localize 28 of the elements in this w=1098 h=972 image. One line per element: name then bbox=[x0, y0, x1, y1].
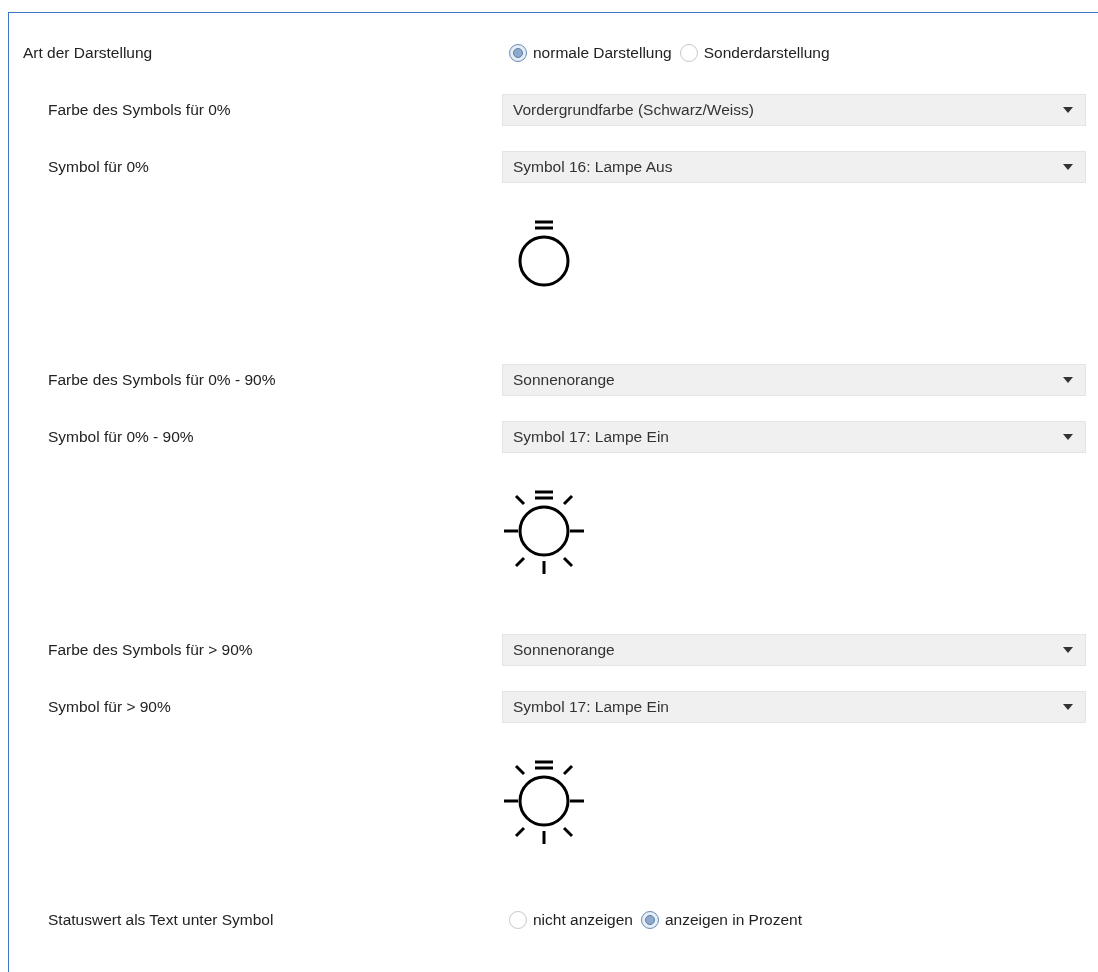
radio-option[interactable]: Sonderdarstellung bbox=[679, 44, 830, 62]
dropdown[interactable]: Sonnenorange bbox=[502, 634, 1086, 666]
setting-label: Symbol für 0% bbox=[47, 158, 150, 176]
radio-option[interactable]: anzeigen in Prozent bbox=[640, 911, 802, 929]
setting-label: Farbe des Symbols für 0% bbox=[47, 101, 232, 119]
dropdown[interactable]: Symbol 17: Lampe Ein bbox=[502, 421, 1086, 453]
dropdown[interactable]: Symbol 17: Lampe Ein bbox=[502, 691, 1086, 723]
radio-button[interactable] bbox=[679, 44, 698, 62]
setting-label: Art der Darstellung bbox=[22, 44, 154, 62]
caret-icon bbox=[1063, 704, 1073, 710]
radio-button[interactable] bbox=[640, 911, 659, 929]
setting-label: Symbol für > 90% bbox=[47, 698, 172, 716]
setting-label: Farbe des Symbols für 0% - 90% bbox=[47, 371, 277, 389]
dropdown[interactable]: Vordergrundfarbe (Schwarz/Weiss) bbox=[502, 94, 1086, 126]
caret-icon bbox=[1063, 107, 1073, 113]
setting-label: Symbol für 0% - 90% bbox=[47, 428, 195, 446]
caret-icon bbox=[1063, 647, 1073, 653]
radio-button[interactable] bbox=[509, 911, 527, 929]
setting-label: Farbe des Symbols für > 90% bbox=[47, 641, 254, 659]
caret-icon bbox=[1063, 434, 1073, 440]
radio-button[interactable] bbox=[509, 44, 527, 62]
setting-label: Statuswert als Text unter Symbol bbox=[47, 911, 275, 929]
radio-option[interactable]: normale Darstellung bbox=[509, 44, 672, 62]
caret-icon bbox=[1063, 164, 1073, 170]
caret-icon bbox=[1063, 377, 1073, 383]
radio-option[interactable]: nicht anzeigen bbox=[509, 911, 633, 929]
dropdown[interactable]: Symbol 16: Lampe Aus bbox=[502, 151, 1086, 183]
dropdown[interactable]: Sonnenorange bbox=[502, 364, 1086, 396]
